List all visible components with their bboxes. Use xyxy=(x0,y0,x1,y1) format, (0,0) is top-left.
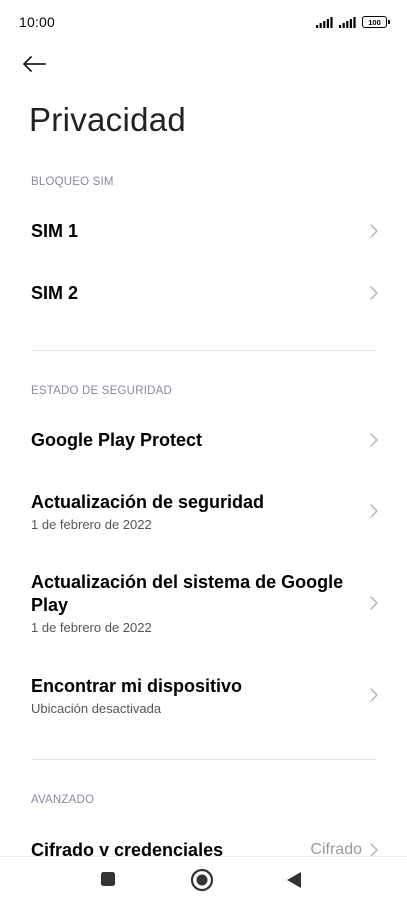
back-button[interactable] xyxy=(22,52,58,80)
section-header-sim-lock: BLOQUEO SIM xyxy=(31,176,114,188)
page-title: Privacidad xyxy=(29,101,187,138)
signal-sim1-icon xyxy=(316,16,334,28)
item-subtitle: 1 de febrero de 2022 xyxy=(31,516,152,532)
recents-square-icon xyxy=(100,871,116,892)
list-item-sim1[interactable]: SIM 1 xyxy=(0,200,407,262)
list-item-google-play-system-update[interactable]: Actualización del sistema de Google Play… xyxy=(0,553,407,653)
chevron-right-icon xyxy=(370,286,378,300)
item-title: SIM 2 xyxy=(31,282,79,303)
home-circle-icon xyxy=(190,868,214,897)
signal-sim2-icon xyxy=(339,16,357,28)
home-button[interactable] xyxy=(190,868,214,897)
battery-icon: 100 xyxy=(362,16,390,28)
status-icons: 100 xyxy=(316,16,390,28)
item-subtitle: Ubicación desactivada xyxy=(31,700,162,716)
item-text: SIM 2 xyxy=(31,282,370,305)
chevron-right-icon xyxy=(370,504,378,518)
settings-list: BLOQUEO SIM SIM 1 SIM 2 ESTADO DE SEGURI… xyxy=(0,164,407,872)
navigation-bar xyxy=(0,856,407,906)
list-item-sim2[interactable]: SIM 2 xyxy=(0,262,407,324)
item-text: Actualización del sistema de Google Play… xyxy=(31,571,370,635)
list-item-google-play-protect-row[interactable]: Google Play Protect xyxy=(0,411,407,469)
chevron-right-icon xyxy=(370,224,378,238)
chevron-right-icon xyxy=(370,688,378,702)
chevron-right-icon xyxy=(370,596,378,610)
item-title: SIM 1 xyxy=(31,220,79,241)
item-text: SIM 1 xyxy=(31,220,370,243)
list-item-security-update[interactable]: Actualización de seguridad 1 de febrero … xyxy=(0,469,407,553)
status-bar: 10:00 100 xyxy=(0,0,407,44)
recents-button[interactable] xyxy=(100,871,116,892)
battery-level: 100 xyxy=(368,17,381,27)
item-title: Actualización de seguridad xyxy=(31,491,265,512)
chevron-right-icon xyxy=(370,843,378,857)
item-title: Google Play Protect xyxy=(31,429,203,450)
back-triangle-icon xyxy=(286,871,302,894)
chevron-right-icon xyxy=(370,433,378,447)
arrow-left-icon xyxy=(22,55,46,77)
item-subtitle: 1 de febrero de 2022 xyxy=(31,620,152,635)
list-item-find-my-device[interactable]: Encontrar mi dispositivo Ubicación desac… xyxy=(0,653,407,737)
item-text: Encontrar mi dispositivo Ubicación desac… xyxy=(31,675,370,716)
item-text: Google Play Protect xyxy=(31,429,370,452)
item-title: Encontrar mi dispositivo xyxy=(31,675,243,696)
item-text: Actualización de seguridad 1 de febrero … xyxy=(31,491,370,532)
status-time: 10:00 xyxy=(19,14,56,30)
back-nav-button[interactable] xyxy=(286,871,302,894)
item-title: Actualización del sistema de Google Play xyxy=(31,572,344,615)
privacy-settings-screen: 10:00 100 Privacidad BLOQUEO SIM SIM 1 S… xyxy=(0,0,407,906)
